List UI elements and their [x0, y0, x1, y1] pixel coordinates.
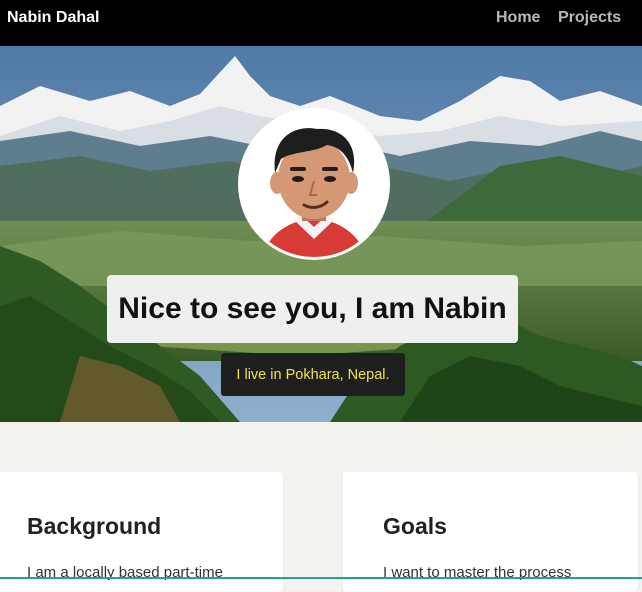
brand-link[interactable]: Nabin Dahal: [7, 9, 99, 27]
card-goals: Goals I want to master the process: [343, 472, 638, 592]
page-title: Nice to see you, I am Nabin: [118, 292, 507, 325]
cartoon-avatar-icon: [241, 111, 387, 257]
card-title-background: Background: [27, 513, 162, 539]
navbar: Nabin Dahal Home Projects: [0, 0, 642, 46]
location-box: I live in Pokhara, Nepal.: [221, 353, 405, 396]
location-text: I live in Pokhara, Nepal.: [236, 366, 390, 383]
nav-link-projects[interactable]: Projects: [558, 9, 621, 27]
headline-box: Nice to see you, I am Nabin: [107, 275, 518, 343]
card-background: Background I am a locally based part-tim…: [0, 472, 283, 592]
avatar: [238, 108, 390, 260]
hero-section: Nice to see you, I am Nabin I live in Po…: [0, 46, 642, 422]
nav-link-home[interactable]: Home: [496, 9, 540, 27]
card-title-goals: Goals: [383, 513, 447, 539]
